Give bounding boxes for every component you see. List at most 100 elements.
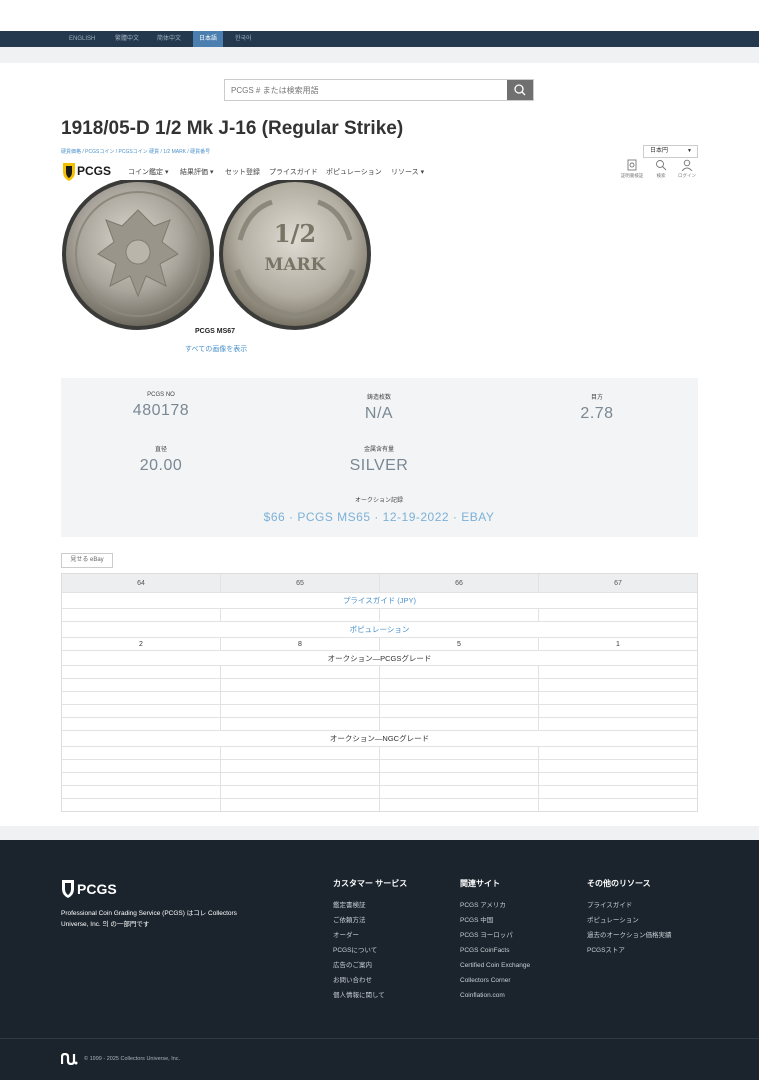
population-count[interactable]: 8 (221, 638, 380, 650)
footer-link[interactable]: PCGS アメリカ (460, 898, 530, 913)
spec-pcgs-no: PCGS NO 480178 (61, 392, 261, 420)
lang-traditional-chinese[interactable]: 繁體中文 (109, 31, 145, 47)
footer-link[interactable]: PCGS 中国 (460, 913, 530, 928)
population-count[interactable]: 5 (380, 638, 539, 650)
auction-ngc-section: オークション—NGCグレード (62, 731, 697, 747)
footer-col-related-sites: 関連サイト PCGS アメリカ PCGS 中国 PCGS ヨーロッパ PCGS … (460, 878, 530, 1003)
footer-link[interactable]: Coinflation.com (460, 988, 530, 1003)
grade-header: 65 (221, 574, 380, 592)
spec-weight: 目方 2.78 (497, 392, 697, 423)
footer-link[interactable]: 過去のオークション価格実績 (587, 928, 672, 943)
menu-price-guide[interactable]: プライスガイド (269, 167, 318, 177)
spec-diameter: 直径 20.00 (61, 444, 261, 475)
footer-link[interactable]: プライスガイド (587, 898, 672, 913)
certificate-icon (627, 159, 637, 171)
footer-link[interactable]: 鑑定書検証 (333, 898, 407, 913)
tool-label: 証明書検証 (620, 173, 644, 178)
table-row (62, 692, 697, 705)
coin-mark-text: MARK (265, 255, 327, 275)
footer-link[interactable]: オーダー (333, 928, 407, 943)
spec-value: N/A (364, 405, 394, 422)
footer-link[interactable]: Certified Coin Exchange (460, 958, 530, 973)
price-guide-section-link[interactable]: プライスガイド (JPY) (62, 593, 697, 609)
footer-link[interactable]: PCGSについて (333, 943, 407, 958)
footer-divider (0, 1038, 759, 1039)
footer-description: Professional Coin Grading Service (PCGS)… (61, 910, 237, 928)
spec-value: 20.00 (139, 457, 183, 474)
coin-denomination: 1/2 (274, 219, 316, 248)
tool-cert-verify[interactable]: 証明書検証 (619, 159, 645, 179)
tool-login[interactable]: ログイン (674, 159, 700, 179)
table-row (62, 786, 697, 799)
menu-coin-grading[interactable]: コイン鑑定 ▾ (128, 167, 168, 177)
table-row (62, 760, 697, 773)
footer-link[interactable]: PCGSストア (587, 943, 672, 958)
lang-simplified-chinese[interactable]: 简体中文 (151, 31, 187, 47)
menu-population[interactable]: ポピュレーション (326, 167, 382, 177)
spec-mintage: 鋳造枚数 N/A (279, 392, 479, 423)
spec-label: オークション記録 (354, 498, 403, 504)
page-title: 1918/05-D 1/2 Mk J-16 (Regular Strike) (61, 118, 404, 139)
menu-set-registry[interactable]: セット登録 (225, 167, 260, 177)
lang-japanese[interactable]: 日本語 (193, 31, 224, 47)
spec-value: SILVER (349, 457, 409, 474)
show-ebay-button[interactable]: 見せる eBay (61, 553, 113, 568)
spec-value: 480178 (132, 402, 190, 419)
population-section-link[interactable]: ポピュレーション (62, 622, 697, 638)
user-icon (681, 159, 693, 171)
search-input[interactable] (225, 80, 508, 100)
footer-heading: カスタマー サービス (333, 879, 408, 888)
footer-link[interactable]: 個人情報に関して (333, 988, 407, 1003)
footer-pcgs-logo[interactable]: PCGS (61, 878, 127, 900)
price-table: 64 65 66 67 プライスガイド (JPY) ポピュレーション 2 8 5… (61, 573, 698, 812)
view-all-images-link[interactable]: すべての画像を表示 (185, 344, 247, 354)
spec-metal: 金属含有量 SILVER (279, 444, 479, 475)
spec-auction-record: オークション記録 $66 · PCGS MS65 · 12-19-2022 · … (179, 495, 579, 524)
table-row (62, 609, 697, 622)
search-button[interactable] (507, 80, 533, 100)
coin-obverse[interactable] (62, 180, 214, 330)
chevron-down-icon: ▼ (687, 148, 692, 154)
table-row (62, 679, 697, 692)
footer-col-other-resources: その他のリソース プライスガイド ポピュレーション 過去のオークション価格実績 … (587, 878, 672, 958)
language-bar: ENGLISH 繁體中文 简体中文 日本語 한국어 (0, 31, 759, 47)
spec-label: PCGS NO (147, 392, 175, 398)
coin-reverse[interactable]: 1/2 MARK (219, 180, 371, 330)
footer-link[interactable]: PCGS CoinFacts (460, 943, 530, 958)
collectors-universe-logo[interactable] (61, 1053, 78, 1065)
population-row: 2 8 5 1 (62, 638, 697, 651)
footer-link[interactable]: 広告のご案内 (333, 958, 407, 973)
footer-link[interactable]: ご依頼方法 (333, 913, 407, 928)
footer-link[interactable]: PCGS ヨーロッパ (460, 928, 530, 943)
lang-korean[interactable]: 한국어 (229, 31, 258, 47)
footer-link[interactable]: Collectors Corner (460, 973, 530, 988)
pcgs-logo[interactable]: PCGS (61, 160, 113, 182)
footer-spacer (0, 826, 759, 840)
footer-link[interactable]: ポピュレーション (587, 913, 672, 928)
search-icon (656, 160, 667, 171)
population-count[interactable]: 1 (539, 638, 697, 650)
table-row (62, 705, 697, 718)
currency-select[interactable]: 日本円 ▼ (643, 145, 698, 158)
grade-header: 66 (380, 574, 539, 592)
spec-value: 2.78 (580, 405, 614, 422)
spec-label: 直径 (154, 447, 167, 453)
auction-record-link[interactable]: $66 · PCGS MS65 · 12-19-2022 · EBAY (179, 510, 579, 524)
search-icon (514, 84, 526, 96)
footer-heading: 関連サイト (460, 879, 500, 888)
footer-col-customer-service: カスタマー サービス 鑑定書検証 ご依頼方法 オーダー PCGSについて 広告の… (333, 878, 407, 1003)
header-band (0, 47, 759, 63)
coin-images[interactable]: 1/2 MARK (62, 180, 372, 330)
spec-label: 鋳造枚数 (366, 395, 391, 401)
population-count[interactable]: 2 (62, 638, 221, 650)
currency-value: 日本円 (650, 148, 669, 154)
lang-english[interactable]: ENGLISH (63, 31, 101, 47)
table-row (62, 666, 697, 679)
table-row (62, 773, 697, 786)
tool-search[interactable]: 検索 (648, 159, 674, 179)
breadcrumb[interactable]: 硬貨価格 / PCGSコイン / PCGSコイン 硬貨 / 1/2 MARK /… (61, 148, 210, 154)
footer-link[interactable]: お問い合わせ (333, 973, 407, 988)
menu-resources[interactable]: リソース ▾ (391, 167, 424, 177)
menu-results[interactable]: 結果評価 ▾ (180, 167, 213, 177)
copyright: © 1999 - 2025 Collectors Universe, Inc. (84, 1056, 181, 1062)
